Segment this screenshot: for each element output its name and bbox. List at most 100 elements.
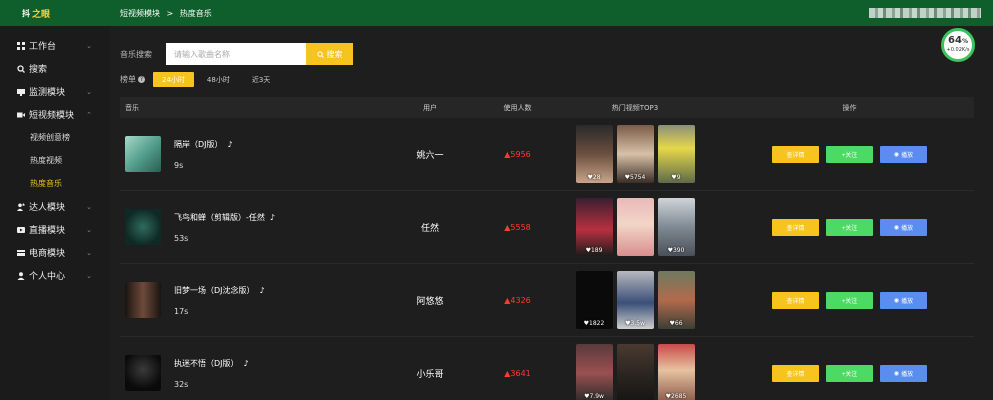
ranking-label-text: 榜单 <box>120 75 136 84</box>
progress-speed: +0.02K/s <box>946 47 970 53</box>
header-user: 用户 <box>423 103 437 112</box>
music-duration: 9s <box>174 160 184 170</box>
detail-button[interactable]: 查详情 <box>772 291 819 309</box>
breadcrumb-module[interactable]: 短视频模块 <box>120 9 160 18</box>
progress-number: 64 <box>948 35 962 46</box>
usage-count-value: 5956 <box>510 149 531 159</box>
video-thumbnail[interactable]: ♥3.5w <box>616 271 654 329</box>
music-duration: 32s <box>174 379 189 389</box>
video-thumbnail[interactable]: ♥2685 <box>657 344 695 400</box>
video-thumbnail[interactable]: ♥1822 <box>575 271 613 329</box>
sidebar-item-label: 工作台 <box>29 42 57 52</box>
video-thumbnail[interactable]: ♥66 <box>657 271 695 329</box>
sidebar: 工作台 ⌄ 搜索 监测模块 ⌄ 短视频模块 ⌃ 视频创意榜 热度视频 热度音乐 … <box>0 26 110 400</box>
header-ops: 操作 <box>842 103 857 112</box>
tiktok-icon: ♪ <box>227 139 233 149</box>
user-name[interactable]: 小乐哥 <box>370 367 490 380</box>
music-title[interactable]: 飞鸟和蝉（剪辑版）-任然 ♪ <box>174 212 275 223</box>
video-thumbnail[interactable] <box>616 198 654 256</box>
user-name[interactable]: 任然 <box>370 221 490 234</box>
search-button[interactable]: 搜索 <box>306 43 353 65</box>
play-icon: ◉ <box>893 297 900 304</box>
video-thumbnail[interactable]: ♥189 <box>575 198 613 256</box>
music-title[interactable]: 旧梦一场（DJ沈念版） ♪ <box>174 285 265 296</box>
video-thumbnail[interactable]: ♥7.9w <box>575 344 613 400</box>
header-count: 使用人数 <box>503 103 532 112</box>
header-music: 音乐 <box>125 103 139 112</box>
play-button-label: 播放 <box>901 298 914 305</box>
follow-button[interactable]: +关注 <box>826 218 873 236</box>
music-cover[interactable] <box>125 209 161 245</box>
help-icon[interactable]: ? <box>138 76 145 83</box>
video-thumbnail[interactable]: ♥28 <box>575 125 613 183</box>
music-cover[interactable] <box>125 136 161 172</box>
logo-mark: 抖 之眼 <box>22 7 50 20</box>
music-title-text: 旧梦一场（DJ沈念版） <box>174 285 255 295</box>
sidebar-item-short-video[interactable]: 短视频模块 ⌃ <box>0 103 110 126</box>
video-likes: ♥7.9w <box>584 393 604 400</box>
play-button[interactable]: ◉ 播放 <box>880 364 927 382</box>
likes-value: 7.9w <box>589 393 604 400</box>
music-title-text: 隔岸（DJ版） <box>174 139 223 149</box>
user-name[interactable]: 姚六一 <box>370 148 490 161</box>
likes-value: 189 <box>590 247 603 254</box>
usage-count: ▲3641 <box>490 369 545 378</box>
sidebar-item-search[interactable]: 搜索 <box>0 57 110 80</box>
ops-cell: 查详情 +关注 ◉ 播放 <box>725 145 974 163</box>
detail-button[interactable]: 查详情 <box>772 364 819 382</box>
detail-button[interactable]: 查详情 <box>772 145 819 163</box>
likes-value: 5754 <box>630 174 646 181</box>
search-button-label: 搜索 <box>326 49 343 59</box>
play-button-label: 播放 <box>901 152 914 159</box>
shop-icon <box>16 248 25 257</box>
grid-icon <box>16 41 25 50</box>
follow-button[interactable]: +关注 <box>826 145 873 163</box>
usage-count-value: 5558 <box>510 222 531 232</box>
sidebar-sub-hot-music[interactable]: 热度音乐 <box>0 172 110 195</box>
sidebar-item-personal[interactable]: 个人中心 ⌄ <box>0 264 110 287</box>
video-thumbnail[interactable]: ♥390 <box>657 198 695 256</box>
search-input[interactable] <box>166 43 306 65</box>
music-title[interactable]: 隔岸（DJ版） ♪ <box>174 139 233 150</box>
tiktok-icon: ♪ <box>269 212 275 222</box>
tab-48h[interactable]: 48小时 <box>198 72 239 87</box>
play-button[interactable]: ◉ 播放 <box>880 291 927 309</box>
sidebar-item-monitor[interactable]: 监测模块 ⌄ <box>0 80 110 103</box>
video-thumbnail[interactable] <box>616 344 654 400</box>
video-thumbnail[interactable]: ♥9 <box>657 125 695 183</box>
user-account-blurred[interactable] <box>869 8 981 18</box>
chevron-up-icon: ⌃ <box>86 110 92 119</box>
sidebar-sub-hot-video[interactable]: 热度视频 <box>0 149 110 172</box>
user-name[interactable]: 阿悠悠 <box>370 294 490 307</box>
video-likes: ♥3.5w <box>625 320 645 327</box>
video-likes: ♥189 <box>585 247 603 254</box>
tab-24h[interactable]: 24小时 <box>153 72 194 87</box>
sidebar-sub-video-creative[interactable]: 视频创意榜 <box>0 126 110 149</box>
logo[interactable]: 抖 之眼 <box>0 0 110 26</box>
play-button[interactable]: ◉ 播放 <box>880 218 927 236</box>
follow-button[interactable]: +关注 <box>826 291 873 309</box>
music-cell: 执迷不悟（DJ版） ♪ 32s <box>120 355 370 391</box>
detail-button[interactable]: 查详情 <box>772 218 819 236</box>
likes-value: 9 <box>676 174 681 181</box>
sidebar-item-ecommerce[interactable]: 电商模块 ⌄ <box>0 241 110 264</box>
music-title[interactable]: 执迷不悟（DJ版） ♪ <box>174 358 249 369</box>
music-cover[interactable] <box>125 282 161 318</box>
sidebar-item-label: 监测模块 <box>29 88 66 98</box>
music-cover[interactable] <box>125 355 161 391</box>
person-icon <box>16 271 25 280</box>
star-user-icon <box>16 202 25 211</box>
sidebar-item-label: 个人中心 <box>29 272 66 282</box>
usage-count-value: 4326 <box>510 295 531 305</box>
video-thumbnail[interactable]: ♥5754 <box>616 125 654 183</box>
music-cell: 旧梦一场（DJ沈念版） ♪ 17s <box>120 282 370 318</box>
sidebar-item-label: 达人模块 <box>29 203 66 213</box>
sidebar-item-influencer[interactable]: 达人模块 ⌄ <box>0 195 110 218</box>
sidebar-item-live[interactable]: 直播模块 ⌄ <box>0 218 110 241</box>
sidebar-item-workbench[interactable]: 工作台 ⌄ <box>0 34 110 57</box>
play-button[interactable]: ◉ 播放 <box>880 145 927 163</box>
follow-button[interactable]: +关注 <box>826 364 873 382</box>
top3-videos: ♥1822 ♥3.5w ♥66 <box>545 271 725 329</box>
video-likes: ♥390 <box>667 247 685 254</box>
tab-3days[interactable]: 近3天 <box>243 72 279 87</box>
